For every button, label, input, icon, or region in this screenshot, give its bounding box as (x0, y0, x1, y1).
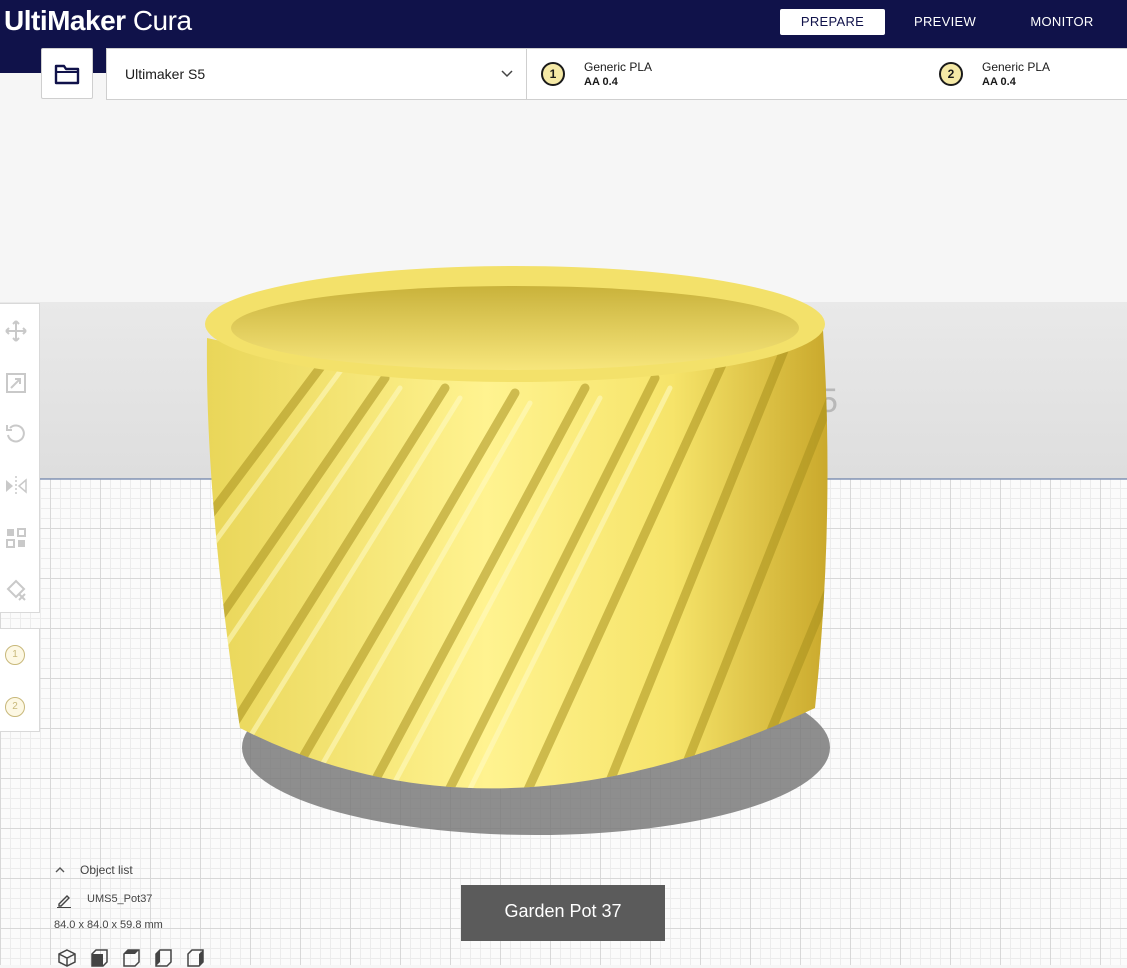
object-name: UMS5_Pot37 (87, 893, 153, 905)
machine-selector[interactable]: Ultimaker S5 (107, 49, 527, 99)
view-left-icon[interactable] (152, 948, 174, 968)
machine-config-bar: Ultimaker S5 1 Generic PLA AA 0.4 2 Gene… (106, 48, 1127, 100)
extruder-selector-panel: 1 2 (0, 628, 40, 732)
app-logo: UltiMaker Cura (4, 5, 192, 36)
tool-panel (0, 303, 40, 613)
extruder-2-button[interactable]: 2 (5, 697, 25, 717)
extruder-2-material: Generic PLA (982, 60, 1051, 74)
machine-name: Ultimaker S5 (125, 66, 206, 82)
extruder-1-button[interactable]: 1 (5, 645, 25, 665)
extruder-2-core: AA 0.4 (982, 76, 1016, 88)
per-model-settings-icon[interactable] (4, 526, 28, 550)
tab-preview[interactable]: PREVIEW (900, 9, 990, 35)
object-tooltip: Garden Pot 37 (461, 885, 665, 941)
mirror-icon[interactable] (4, 474, 28, 498)
object-list-label: Object list (80, 863, 133, 877)
rotate-icon[interactable] (4, 422, 28, 446)
extruder-2-config[interactable]: 2 Generic PLA AA 0.4 (925, 49, 1125, 99)
view-top-icon[interactable] (120, 948, 142, 968)
view-front-icon[interactable] (88, 948, 110, 968)
tab-prepare[interactable]: PREPARE (780, 9, 885, 35)
object-dimensions: 84.0 x 84.0 x 59.8 mm (54, 919, 163, 931)
view-right-icon[interactable] (184, 948, 206, 968)
extruder-1-icon: 1 (541, 62, 565, 86)
support-blocker-icon[interactable] (4, 577, 28, 601)
pencil-icon[interactable] (56, 892, 72, 908)
folder-icon (54, 64, 80, 84)
scale-icon[interactable] (4, 371, 28, 395)
extruder-1-core: AA 0.4 (584, 76, 618, 88)
move-icon[interactable] (4, 319, 28, 343)
tab-monitor[interactable]: MONITOR (1017, 9, 1107, 35)
chevron-up-icon (55, 867, 65, 873)
model-garden-pot[interactable] (195, 258, 835, 818)
extruder-1-material: Generic PLA (584, 60, 653, 74)
chevron-down-icon (501, 70, 513, 78)
app-header: UltiMaker Cura PREPARE PREVIEW MONITOR (0, 0, 1127, 48)
open-file-button[interactable] (41, 48, 93, 99)
extruder-2-icon: 2 (939, 62, 963, 86)
view-3d-icon[interactable] (56, 948, 78, 968)
extruder-1-config[interactable]: 1 Generic PLA AA 0.4 (527, 49, 827, 99)
